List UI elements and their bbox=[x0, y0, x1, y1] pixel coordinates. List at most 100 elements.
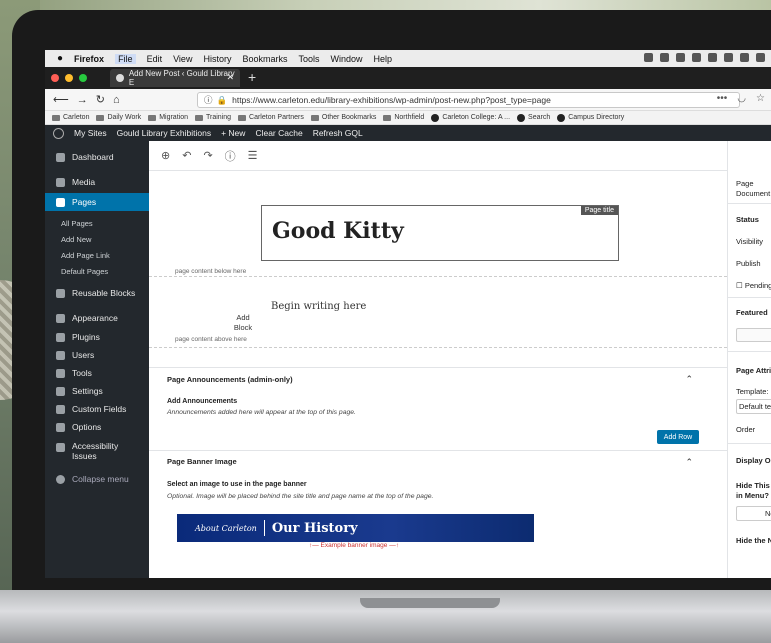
bookmark-star-icon[interactable]: ☆ bbox=[756, 93, 765, 104]
admin-new[interactable]: + New bbox=[221, 128, 245, 138]
battery-icon[interactable] bbox=[756, 53, 765, 62]
sidebar-item-pages[interactable]: Pages bbox=[45, 193, 154, 211]
banner-title[interactable]: Page Banner Image bbox=[167, 457, 237, 466]
sidebar-sub-add-page-link[interactable]: Add Page Link bbox=[61, 251, 110, 260]
sidebar-item-custom-fields[interactable]: Custom Fields bbox=[45, 400, 149, 418]
url-text: https://www.carleton.edu/library-exhibit… bbox=[232, 95, 551, 105]
menu-edit[interactable]: Edit bbox=[147, 54, 163, 64]
block-editor: ⊕ ↶ ↷ ⓘ ☰ Page title Good Kitty page con… bbox=[149, 141, 727, 578]
menu-view[interactable]: View bbox=[173, 54, 192, 64]
chevron-up-icon[interactable]: ⌃ bbox=[685, 457, 693, 468]
page-attributes-heading[interactable]: Page Attributes bbox=[736, 366, 771, 375]
status-icon[interactable] bbox=[644, 53, 653, 62]
display-options-heading[interactable]: Display Options bbox=[736, 456, 771, 465]
bookmark-item[interactable]: Campus Directory bbox=[557, 113, 624, 122]
pending-checkbox[interactable]: ☐ Pending bbox=[736, 281, 771, 290]
menu-app-name[interactable]: Firefox bbox=[74, 54, 104, 64]
page-title[interactable]: Good Kitty bbox=[272, 218, 404, 244]
menu-help[interactable]: Help bbox=[374, 54, 393, 64]
example-banner-image[interactable]: About Carleton Our History bbox=[177, 514, 534, 542]
status-icon[interactable] bbox=[724, 53, 733, 62]
sidebar-item-reusable-blocks[interactable]: Reusable Blocks bbox=[45, 284, 149, 302]
reload-icon[interactable]: ↻ bbox=[96, 93, 105, 106]
redo-icon[interactable]: ↷ bbox=[203, 149, 212, 162]
back-icon[interactable]: ⟵ bbox=[53, 93, 69, 106]
sidebar-item-users[interactable]: Users bbox=[45, 346, 149, 364]
page-title-block[interactable]: Page title Good Kitty bbox=[261, 205, 619, 261]
zoom-window-icon[interactable] bbox=[79, 74, 87, 82]
bookmark-item[interactable]: Carleton Partners bbox=[238, 114, 304, 121]
settings-tab-document[interactable]: Document bbox=[736, 189, 770, 198]
admin-my-sites[interactable]: My Sites bbox=[74, 128, 107, 138]
info-icon[interactable]: ⓘ bbox=[204, 94, 213, 106]
menu-history[interactable]: History bbox=[203, 54, 231, 64]
bookmark-item[interactable]: Northfield bbox=[383, 114, 424, 121]
pocket-icon[interactable]: ◡ bbox=[737, 93, 746, 104]
sidebar-sub-all-pages[interactable]: All Pages bbox=[61, 219, 93, 228]
status-icon[interactable] bbox=[676, 53, 685, 62]
sidebar-item-accessibility[interactable]: Accessibility Issues bbox=[45, 441, 149, 465]
sidebar-item-settings[interactable]: Settings bbox=[45, 382, 149, 400]
admin-clear-cache[interactable]: Clear Cache bbox=[255, 128, 302, 138]
featured-image-box[interactable] bbox=[736, 328, 771, 342]
undo-icon[interactable]: ↶ bbox=[182, 149, 191, 162]
close-window-icon[interactable] bbox=[51, 74, 59, 82]
more-icon[interactable]: ••• bbox=[717, 93, 728, 104]
bookmark-item[interactable]: Carleton College: A ... bbox=[431, 113, 510, 122]
new-tab-icon[interactable]: + bbox=[248, 69, 256, 85]
wordpress-logo-icon[interactable] bbox=[53, 127, 64, 139]
bookmark-item[interactable]: Training bbox=[194, 114, 231, 121]
status-icon[interactable] bbox=[660, 53, 669, 62]
menu-tools[interactable]: Tools bbox=[298, 54, 319, 64]
divider bbox=[728, 297, 771, 298]
sidebar-sub-add-new[interactable]: Add New bbox=[61, 235, 91, 244]
status-heading[interactable]: Status bbox=[736, 215, 759, 224]
menu-window[interactable]: Window bbox=[331, 54, 363, 64]
forward-icon[interactable]: → bbox=[77, 94, 88, 106]
outline-icon[interactable]: ☰ bbox=[248, 149, 258, 162]
sidebar-sub-default-pages[interactable]: Default Pages bbox=[61, 267, 108, 276]
banner-help: Optional. Image will be placed behind th… bbox=[167, 493, 434, 500]
minimize-window-icon[interactable] bbox=[65, 74, 73, 82]
close-tab-icon[interactable]: ✕ bbox=[226, 72, 234, 83]
wifi-icon[interactable] bbox=[740, 53, 749, 62]
bookmark-item[interactable]: Search bbox=[517, 113, 550, 122]
hide-navigation-label: Hide the Navigation bbox=[736, 536, 771, 545]
template-select[interactable]: Default template bbox=[736, 399, 771, 414]
sidebar-item-media[interactable]: Media bbox=[45, 173, 149, 191]
settings-sidebar: Page Document Status Visibility Publish … bbox=[727, 141, 771, 578]
announcements-title[interactable]: Page Announcements (admin-only) bbox=[167, 375, 293, 384]
collapse-menu-button[interactable]: Collapse menu bbox=[45, 470, 149, 488]
add-block-button[interactable]: Add Block bbox=[231, 313, 255, 333]
sidebar-item-options[interactable]: Options bbox=[45, 418, 149, 436]
bookmark-item[interactable]: Migration bbox=[148, 114, 188, 121]
admin-site-name[interactable]: Gould Library Exhibitions bbox=[117, 128, 212, 138]
featured-heading[interactable]: Featured bbox=[736, 308, 768, 317]
home-icon[interactable]: ⌂ bbox=[113, 94, 120, 106]
sidebar-item-label: Tools bbox=[72, 368, 92, 378]
bookmark-item[interactable]: Other Bookmarks bbox=[310, 114, 376, 121]
status-icon[interactable] bbox=[708, 53, 717, 62]
bookmark-label: Daily Work bbox=[107, 114, 142, 121]
status-icon[interactable] bbox=[692, 53, 701, 62]
sidebar-item-appearance[interactable]: Appearance bbox=[45, 309, 149, 327]
chevron-up-icon[interactable]: ⌃ bbox=[685, 374, 693, 385]
bookmark-item[interactable]: Daily Work bbox=[96, 114, 141, 121]
sidebar-item-dashboard[interactable]: Dashboard bbox=[45, 148, 149, 166]
add-announcements-label: Add Announcements bbox=[167, 398, 238, 405]
settings-tab-page[interactable]: Page bbox=[736, 179, 754, 188]
add-block-icon[interactable]: ⊕ bbox=[161, 149, 170, 162]
sidebar-item-tools[interactable]: Tools bbox=[45, 364, 149, 382]
browser-tab[interactable]: Add New Post ‹ Gould Library E ✕ bbox=[110, 69, 240, 87]
menu-bookmarks[interactable]: Bookmarks bbox=[242, 54, 287, 64]
apple-icon[interactable]: ● bbox=[57, 53, 63, 64]
admin-refresh-gql[interactable]: Refresh GQL bbox=[313, 128, 363, 138]
url-bar[interactable]: ⓘ 🔒 https://www.carleton.edu/library-exh… bbox=[197, 92, 740, 108]
menu-file[interactable]: File bbox=[115, 53, 136, 64]
sidebar-item-plugins[interactable]: Plugins bbox=[45, 328, 149, 346]
info-icon[interactable]: ⓘ bbox=[225, 148, 236, 164]
add-row-button[interactable]: Add Row bbox=[657, 430, 699, 444]
paragraph-placeholder[interactable]: Begin writing here bbox=[271, 301, 366, 312]
bookmark-item[interactable]: Carleton bbox=[52, 114, 89, 121]
hide-page-toggle[interactable]: No bbox=[736, 506, 771, 521]
